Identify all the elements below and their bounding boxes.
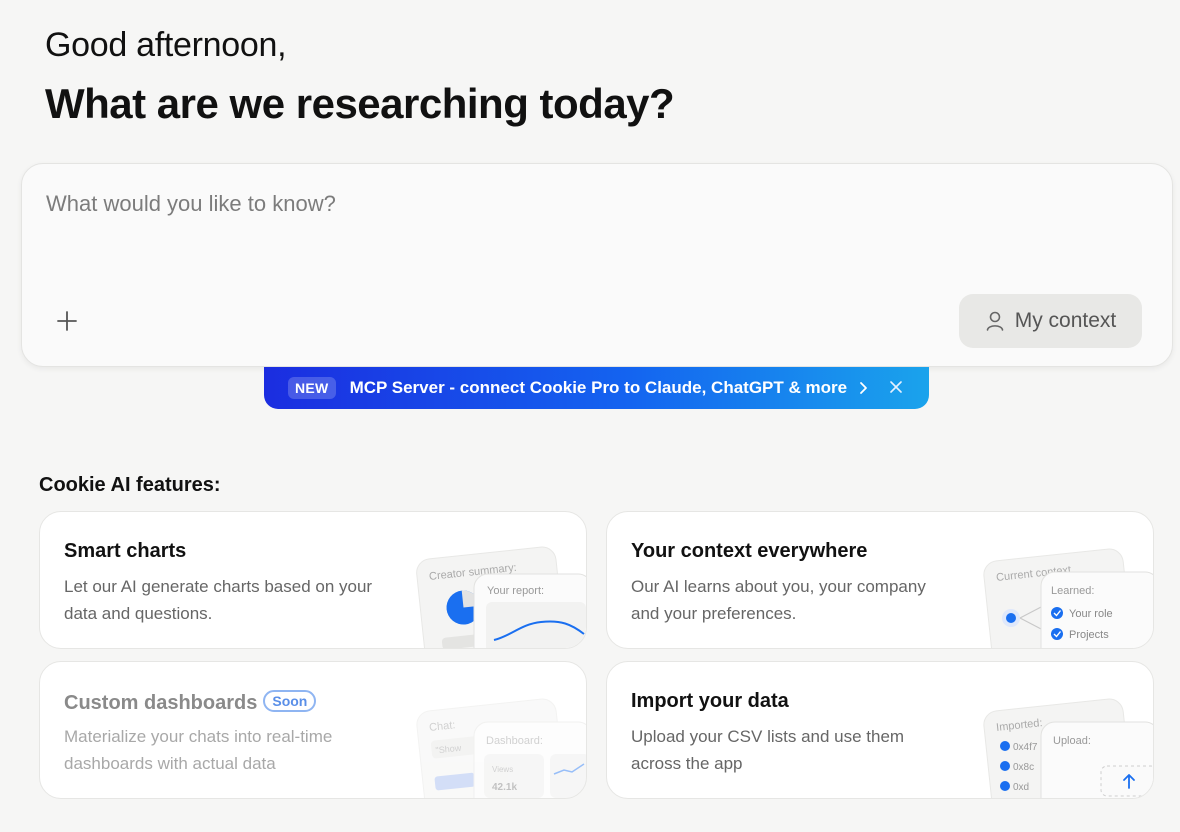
- card-description: Upload your CSV lists and use them acros…: [631, 727, 905, 773]
- close-icon[interactable]: [888, 379, 904, 395]
- illus-label-front: Dashboard:: [486, 735, 543, 747]
- soon-badge: Soon: [263, 690, 317, 712]
- smart-charts-illustration: Creator summary: Your report:: [416, 546, 586, 648]
- plus-icon: [57, 311, 77, 331]
- user-icon: [986, 311, 1004, 331]
- card-description: Our AI learns about you, your company an…: [631, 577, 926, 623]
- prompt-box: My context: [21, 163, 1173, 367]
- illus-label-front: Your report:: [487, 585, 544, 597]
- features-title: Cookie AI features:: [39, 474, 221, 496]
- illus-label-front: Learned:: [1051, 585, 1094, 597]
- add-attachment-button[interactable]: [52, 306, 82, 336]
- card-title: Smart charts: [64, 540, 187, 562]
- my-context-label: My context: [1014, 309, 1117, 332]
- card-description: Let our AI generate charts based on your…: [64, 577, 373, 623]
- illus-stat-label: Views: [492, 765, 513, 774]
- my-context-button[interactable]: My context: [959, 294, 1142, 348]
- card-title-text: Custom dashboards: [64, 692, 258, 714]
- illus-label-front: Upload:: [1053, 735, 1091, 747]
- illus-item: Projects: [1069, 629, 1109, 641]
- illus-item: 0x4f7: [1013, 742, 1038, 753]
- feature-card-context-everywhere[interactable]: Your context everywhere Our AI learns ab…: [606, 511, 1154, 649]
- feature-card-smart-charts[interactable]: Smart charts Let our AI generate charts …: [39, 511, 587, 649]
- context-illustration: Current context Learned: Your role Proje…: [983, 548, 1153, 648]
- card-description: Materialize your chats into real-time da…: [64, 727, 333, 773]
- card-title: Import your data: [631, 690, 789, 712]
- illus-item: 0x8c: [1013, 762, 1034, 773]
- new-badge: NEW: [288, 377, 336, 399]
- feature-card-import-data[interactable]: Import your data Upload your CSV lists a…: [606, 661, 1154, 799]
- illus-stat-value: 42.1k: [492, 782, 517, 793]
- chevron-right-icon: [860, 382, 867, 394]
- feature-card-custom-dashboards: Custom dashboards Soon Materialize your c…: [39, 661, 587, 799]
- mcp-server-banner[interactable]: NEW MCP Server - connect Cookie Pro to C…: [264, 367, 929, 409]
- dashboards-illustration: Chat: "Show Dashboard: Views 42.1k: [416, 698, 586, 798]
- card-title: Custom dashboards Soon: [64, 690, 317, 715]
- illus-item: 0xd: [1013, 782, 1029, 793]
- illus-item: Your role: [1069, 608, 1113, 620]
- page-title: What are we researching today?: [45, 80, 675, 127]
- greeting: Good afternoon,: [45, 26, 287, 64]
- import-data-illustration: Imported: 0x4f7 0x8c 0xd Upload:: [983, 698, 1153, 798]
- prompt-input[interactable]: [46, 188, 946, 220]
- banner-text: MCP Server - connect Cookie Pro to Claud…: [349, 378, 848, 397]
- card-title: Your context everywhere: [631, 540, 868, 562]
